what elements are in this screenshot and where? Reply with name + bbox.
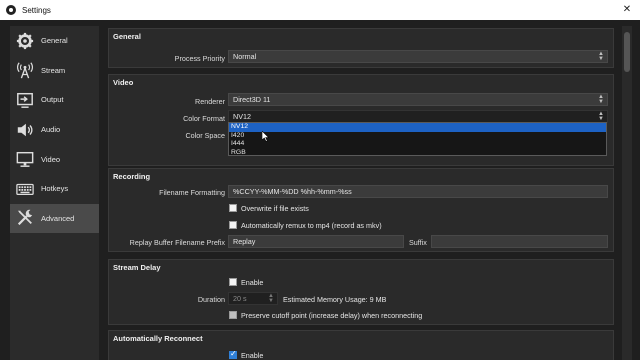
suffix-input[interactable] <box>431 235 608 248</box>
settings-sidebar: General Stream Output Audio Video Hotkey… <box>10 26 99 360</box>
sidebar-item-label: Audio <box>41 125 61 135</box>
dropdown-option-rgb[interactable]: RGB <box>229 149 606 158</box>
filename-formatting-input[interactable]: %CCYY-%MM-%DD %hh-%mm-%ss <box>228 185 608 198</box>
general-group: General Process Priority Normal ▲ ▼ <box>108 28 614 68</box>
sidebar-item-label: Advanced <box>41 213 75 223</box>
stream-delay-group: Stream Delay Enable Duration 20 s ▲ ▼ Est… <box>108 259 614 325</box>
sidebar-item-label: Video <box>41 154 61 164</box>
reconnect-group: Automatically Reconnect Enable <box>108 330 614 360</box>
settings-scrollbar[interactable] <box>622 26 632 360</box>
recording-group: Recording Filename Formatting %CCYY-%MM-… <box>108 168 614 252</box>
memory-usage-text: Estimated Memory Usage: 9 MB <box>283 295 387 304</box>
group-title-stream-delay: Stream Delay <box>113 263 161 272</box>
suffix-label: Suffix <box>409 238 427 247</box>
remux-label: Automatically remux to mp4 (record as mk… <box>241 221 382 230</box>
renderer-label: Renderer <box>195 97 225 106</box>
chevron-updown-icon: ▲ ▼ <box>598 51 604 62</box>
color-space-label: Color Space <box>185 131 225 140</box>
sidebar-item-hotkeys[interactable]: Hotkeys <box>10 174 99 204</box>
group-title-video: Video <box>113 78 134 87</box>
sidebar-item-output[interactable]: Output <box>10 85 99 115</box>
group-title-reconnect: Automatically Reconnect <box>113 334 203 343</box>
title-bar: Settings ✕ <box>0 0 640 20</box>
overwrite-label: Overwrite if file exists <box>241 204 309 213</box>
duration-value: 20 s <box>233 294 247 303</box>
sidebar-item-audio[interactable]: Audio <box>10 115 99 145</box>
color-format-value: NV12 <box>233 112 251 121</box>
replay-prefix-input[interactable]: Replay <box>228 235 404 248</box>
advanced-settings-panel: General Process Priority Normal ▲ ▼ Video… <box>108 26 620 360</box>
sidebar-item-label: Stream <box>41 65 66 75</box>
keyboard-icon <box>15 180 35 198</box>
scrollbar-thumb[interactable] <box>624 32 630 72</box>
group-title-recording: Recording <box>113 172 151 181</box>
sidebar-item-label: General <box>41 36 68 46</box>
window-title: Settings <box>22 5 51 15</box>
output-icon <box>15 91 35 109</box>
gear-icon <box>15 32 35 50</box>
reconnect-enable-checkbox[interactable] <box>229 349 237 359</box>
tools-icon <box>15 209 35 227</box>
stream-delay-enable-checkbox[interactable] <box>229 278 237 286</box>
remux-checkbox[interactable] <box>229 221 237 229</box>
close-button[interactable]: ✕ <box>620 3 634 17</box>
reconnect-enable-label: Enable <box>241 351 264 360</box>
renderer-select[interactable]: Direct3D 11 ▲ ▼ <box>228 93 608 106</box>
color-format-dropdown-list: NV12 I420 I444 RGB <box>228 122 607 156</box>
chevron-updown-icon: ▲ ▼ <box>598 94 604 105</box>
sidebar-item-stream[interactable]: Stream <box>10 56 99 86</box>
sidebar-item-label: Hotkeys <box>41 184 69 194</box>
filename-formatting-label: Filename Formatting <box>159 188 225 197</box>
speaker-icon <box>15 121 35 139</box>
chevron-updown-icon: ▲ ▼ <box>598 111 604 122</box>
sidebar-item-general[interactable]: General <box>10 26 99 56</box>
sidebar-item-advanced[interactable]: Advanced <box>10 203 99 234</box>
monitor-icon <box>15 150 35 168</box>
renderer-value: Direct3D 11 <box>233 95 271 104</box>
antenna-icon <box>15 61 35 79</box>
duration-spinbox[interactable]: 20 s ▲ ▼ <box>228 292 278 305</box>
sidebar-item-video[interactable]: Video <box>10 144 99 174</box>
sidebar-item-label: Output <box>41 95 64 105</box>
dropdown-option-i444[interactable]: I444 <box>229 140 606 149</box>
mouse-cursor-icon <box>262 131 270 142</box>
spinner-arrows-icon: ▲ ▼ <box>268 293 274 304</box>
color-format-label: Color Format <box>183 114 225 123</box>
process-priority-label: Process Priority <box>174 54 225 63</box>
process-priority-value: Normal <box>233 52 257 61</box>
preserve-cutoff-label: Preserve cutoff point (increase delay) w… <box>241 311 423 320</box>
dropdown-option-i420[interactable]: I420 <box>229 132 606 141</box>
overwrite-checkbox[interactable] <box>229 204 237 212</box>
duration-label: Duration <box>197 295 225 304</box>
process-priority-select[interactable]: Normal ▲ ▼ <box>228 50 608 63</box>
preserve-cutoff-checkbox[interactable] <box>229 311 237 319</box>
group-title-general: General <box>113 32 141 41</box>
stream-delay-enable-label: Enable <box>241 278 264 287</box>
dropdown-option-nv12[interactable]: NV12 <box>229 123 606 132</box>
obs-logo-icon <box>6 5 16 15</box>
replay-prefix-label: Replay Buffer Filename Prefix <box>129 238 225 247</box>
